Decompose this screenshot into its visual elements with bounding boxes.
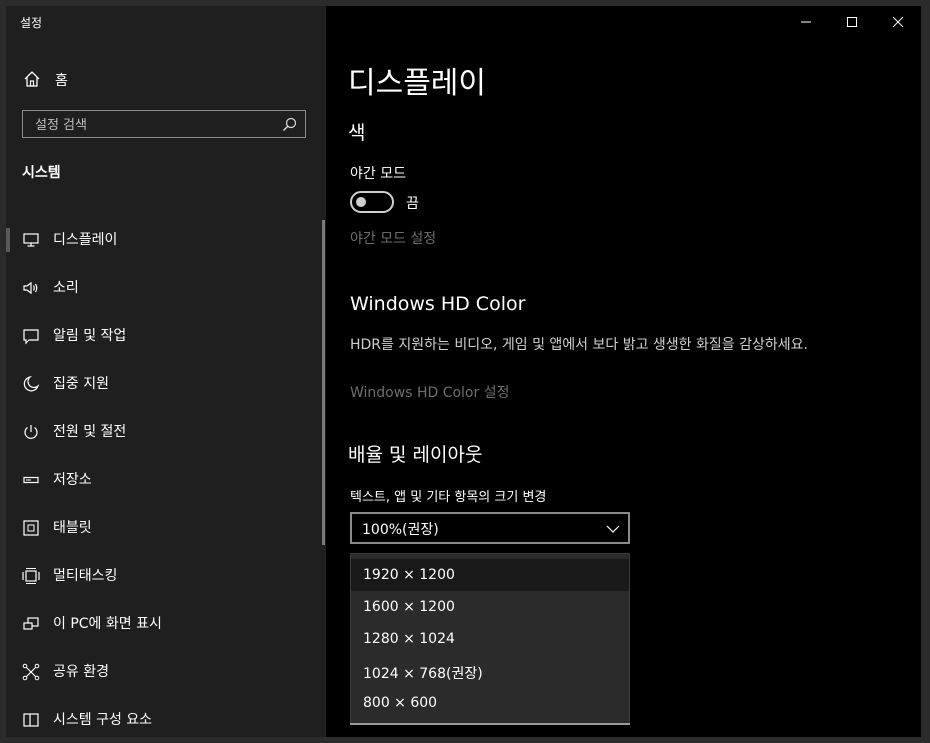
sidebar-item-label: 공유 환경 xyxy=(53,664,109,680)
sidebar-item-notifications[interactable]: 알림 및 작업 xyxy=(6,312,326,360)
sidebar-item-label: 전원 및 절전 xyxy=(53,424,127,440)
main-content: 디스플레이 색 야간 모드 끔 야간 모드 설정 Windows HD Colo… xyxy=(326,6,921,737)
maximize-button[interactable] xyxy=(829,6,875,38)
resolution-option[interactable]: 800 × 600 xyxy=(351,687,629,719)
sidebar-item-label: 이 PC에 화면 표시 xyxy=(53,616,162,632)
option-label: 1280 × 1024 xyxy=(363,631,455,647)
toggle-knob xyxy=(356,197,366,207)
sidebar-item-projecting[interactable]: 이 PC에 화면 표시 xyxy=(6,600,326,648)
close-icon xyxy=(892,13,904,32)
moon-icon xyxy=(22,375,40,393)
minimize-button[interactable] xyxy=(783,6,829,38)
page-title: 디스플레이 xyxy=(348,66,486,101)
selected-indicator xyxy=(6,228,10,252)
close-button[interactable] xyxy=(875,6,921,38)
minimize-icon xyxy=(800,13,812,32)
option-label: 1024 × 768(권장) xyxy=(363,666,483,682)
night-light-settings-link: 야간 모드 설정 xyxy=(350,231,437,247)
scale-select[interactable]: 100%(권장) xyxy=(350,512,630,544)
option-label: 1600 × 1200 xyxy=(363,599,455,615)
resolution-option[interactable]: 1280 × 1024 xyxy=(351,623,629,655)
sidebar-item-label: 저장소 xyxy=(53,472,92,488)
night-light-toggle[interactable] xyxy=(350,191,394,213)
storage-icon xyxy=(22,471,40,489)
search-box xyxy=(22,110,306,138)
monitor-icon xyxy=(22,231,40,249)
shared-experiences-icon xyxy=(22,663,40,681)
scale-value: 100%(권장) xyxy=(362,522,439,538)
sidebar: 설정 홈 시스템 디스플레이 xyxy=(6,6,326,737)
option-label: 1920 × 1200 xyxy=(363,567,455,583)
option-label: 800 × 600 xyxy=(363,695,438,711)
sidebar-item-label: 시스템 구성 요소 xyxy=(53,712,153,728)
sidebar-item-focus-assist[interactable]: 집중 지원 xyxy=(6,360,326,408)
home-label: 홈 xyxy=(55,73,68,89)
resolution-option[interactable]: 1600 × 1200 xyxy=(351,591,629,623)
night-light-label: 야간 모드 xyxy=(350,166,406,182)
sidebar-item-system-components[interactable]: 시스템 구성 요소 xyxy=(6,696,326,737)
resolution-option[interactable]: 1024 × 768(권장) xyxy=(351,655,629,687)
search-icon[interactable] xyxy=(282,117,297,132)
sidebar-item-shared-experiences[interactable]: 공유 환경 xyxy=(6,648,326,696)
search-input[interactable] xyxy=(33,114,277,136)
night-light-state: 끔 xyxy=(406,196,419,212)
color-heading: 색 xyxy=(348,122,366,144)
section-title: 시스템 xyxy=(22,165,61,181)
multitasking-icon xyxy=(22,567,40,585)
sidebar-item-sound[interactable]: 소리 xyxy=(6,264,326,312)
sidebar-nav: 디스플레이 소리 알림 및 작업 집중 지원 전원 및 절전 저장소 태블릿 멀… xyxy=(6,216,326,737)
home-icon xyxy=(23,70,41,88)
system-components-icon xyxy=(22,711,40,729)
sidebar-item-label: 멀티태스킹 xyxy=(53,568,118,584)
sidebar-item-label: 소리 xyxy=(53,280,79,296)
app-title: 설정 xyxy=(20,16,43,30)
projecting-icon xyxy=(22,615,40,633)
scale-layout-heading: 배율 및 레이아웃 xyxy=(348,444,483,466)
hd-color-description: HDR를 지원하는 비디오, 게임 및 앱에서 보다 밝고 생생한 화질을 감상… xyxy=(350,337,808,353)
hd-color-settings-link: Windows HD Color 설정 xyxy=(350,385,510,401)
settings-window: 설정 홈 시스템 디스플레이 xyxy=(6,6,921,737)
speaker-icon xyxy=(22,279,40,297)
maximize-icon xyxy=(846,13,858,32)
hd-color-heading: Windows HD Color xyxy=(350,293,526,315)
dropdown-bottom-border xyxy=(350,723,630,725)
sidebar-item-label: 태블릿 xyxy=(53,520,92,536)
home-link[interactable]: 홈 xyxy=(6,64,326,94)
sidebar-item-storage[interactable]: 저장소 xyxy=(6,456,326,504)
notification-icon xyxy=(22,327,40,345)
sidebar-item-tablet[interactable]: 태블릿 xyxy=(6,504,326,552)
power-icon xyxy=(22,423,40,441)
sidebar-scrollbar[interactable] xyxy=(322,220,325,545)
sidebar-item-multitasking[interactable]: 멀티태스킹 xyxy=(6,552,326,600)
resolution-option[interactable]: 1920 × 1200 xyxy=(351,559,629,591)
sidebar-item-label: 집중 지원 xyxy=(53,376,109,392)
tablet-icon xyxy=(22,519,40,537)
resolution-dropdown-list: 1920 × 1200 1600 × 1200 1280 × 1024 1024… xyxy=(350,553,630,725)
sidebar-item-label: 알림 및 작업 xyxy=(53,328,127,344)
chevron-down-icon xyxy=(606,521,620,535)
sidebar-item-label: 디스플레이 xyxy=(53,232,118,248)
scale-label: 텍스트, 앱 및 기타 항목의 크기 변경 xyxy=(350,490,547,505)
sidebar-item-display[interactable]: 디스플레이 xyxy=(6,216,326,264)
sidebar-item-power-sleep[interactable]: 전원 및 절전 xyxy=(6,408,326,456)
